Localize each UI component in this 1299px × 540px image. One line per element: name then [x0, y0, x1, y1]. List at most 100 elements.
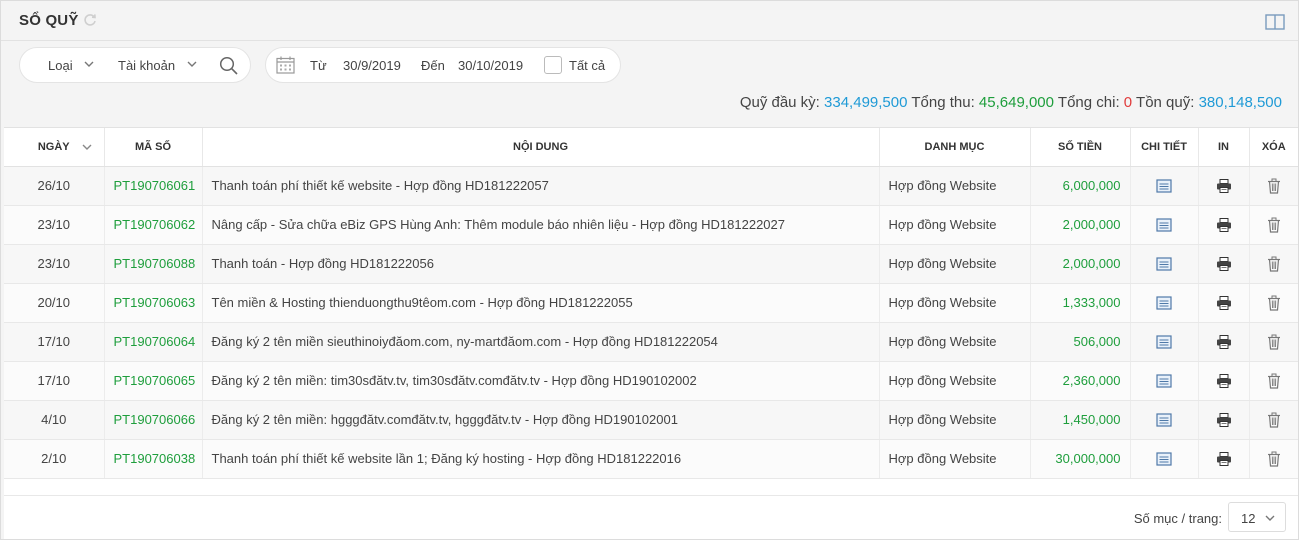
cell-content: Thanh toán - Hợp đồng HD181222056 — [202, 244, 880, 284]
cell-amount: 1,450,000 — [1030, 400, 1131, 440]
printer-icon[interactable] — [1216, 295, 1232, 311]
cell-print — [1198, 205, 1250, 245]
search-icon[interactable] — [219, 56, 239, 76]
list-detail-icon[interactable] — [1156, 256, 1172, 272]
cell-delete — [1249, 439, 1298, 479]
cell-detail — [1130, 283, 1199, 323]
trash-icon[interactable] — [1266, 295, 1282, 311]
from-date-input[interactable]: 30/9/2019 — [343, 58, 401, 73]
total-expense-label: Tổng chi: — [1057, 94, 1120, 111]
cell-amount: 2,000,000 — [1030, 244, 1131, 284]
cell-category: Hợp đồng Website — [879, 322, 1031, 362]
table-footer: Số mục / trang: 12 — [4, 495, 1298, 539]
list-detail-icon[interactable] — [1156, 451, 1172, 467]
cell-delete — [1249, 205, 1298, 245]
printer-icon[interactable] — [1216, 334, 1232, 350]
cell-detail — [1130, 205, 1199, 245]
cell-delete — [1249, 361, 1298, 401]
list-detail-icon[interactable] — [1156, 217, 1172, 233]
table-row[interactable]: 26/10 PT190706061 Thanh toán phí thiết kế … — [4, 166, 1298, 206]
cell-code-link[interactable]: PT190706062 — [104, 205, 203, 245]
total-expense-value: 0 — [1123, 94, 1133, 111]
cell-print — [1198, 283, 1250, 323]
total-income-value: 45,649,000 — [978, 94, 1054, 111]
cell-code-link[interactable]: PT190706065 — [104, 361, 203, 401]
list-detail-icon[interactable] — [1156, 412, 1172, 428]
cell-code-link[interactable]: PT190706066 — [104, 400, 203, 440]
trash-icon[interactable] — [1266, 412, 1282, 428]
cell-amount: 30,000,000 — [1030, 439, 1131, 479]
cell-print — [1198, 400, 1250, 440]
date-range-filter: Từ 30/9/2019 Đến 30/10/2019 Tất cả — [265, 47, 621, 83]
trash-icon[interactable] — [1266, 334, 1282, 350]
printer-icon[interactable] — [1216, 217, 1232, 233]
cell-detail — [1130, 166, 1199, 206]
table-row[interactable]: 23/10 PT190706062 Nâng cấp - Sửa chữa eBiz… — [4, 205, 1298, 245]
trash-icon[interactable] — [1266, 256, 1282, 272]
table-row[interactable]: 17/10 PT190706065 Đăng ký 2 tên miền: tim3… — [4, 361, 1298, 401]
cell-date: 4/10 — [4, 400, 105, 440]
printer-icon[interactable] — [1216, 412, 1232, 428]
table-row[interactable]: 20/10 PT190706063 Tên miền & Hosting thien… — [4, 283, 1298, 323]
list-detail-icon[interactable] — [1156, 334, 1172, 350]
chevron-down-icon — [1265, 515, 1275, 521]
printer-icon[interactable] — [1216, 373, 1232, 389]
refresh-icon[interactable] — [83, 13, 97, 27]
trash-icon[interactable] — [1266, 373, 1282, 389]
all-checkbox[interactable] — [544, 56, 562, 74]
printer-icon[interactable] — [1216, 178, 1232, 194]
cell-date: 20/10 — [4, 283, 105, 323]
cell-amount: 6,000,000 — [1030, 166, 1131, 206]
list-detail-icon[interactable] — [1156, 373, 1172, 389]
column-header-print: IN — [1198, 128, 1250, 167]
cell-detail — [1130, 322, 1199, 362]
cell-delete — [1249, 400, 1298, 440]
list-detail-icon[interactable] — [1156, 295, 1172, 311]
cell-code-link[interactable]: PT190706064 — [104, 322, 203, 362]
trash-icon[interactable] — [1266, 217, 1282, 233]
list-detail-icon[interactable] — [1156, 178, 1172, 194]
cell-date: 23/10 — [4, 205, 105, 245]
table-header-row: NGÀY MÃ SỐ NỘI DUNG DANH MỤC SỐ TIỀN CHI… — [4, 128, 1298, 167]
account-select[interactable]: Tài khoản — [118, 58, 197, 73]
cell-category: Hợp đồng Website — [879, 283, 1031, 323]
panel-header: SỔ QUỸ — [1, 1, 1298, 41]
cell-content: Thanh toán phí thiết kế website lần 1; Đ… — [202, 439, 880, 479]
opening-balance-label: Quỹ đầu kỳ: — [739, 94, 820, 111]
table-row[interactable]: 17/10 PT190706064 Đăng ký 2 tên miền sieut… — [4, 322, 1298, 362]
to-date-input[interactable]: 30/10/2019 — [458, 58, 523, 73]
cell-amount: 2,360,000 — [1030, 361, 1131, 401]
printer-icon[interactable] — [1216, 451, 1232, 467]
cell-delete — [1249, 283, 1298, 323]
per-page-select[interactable]: 12 — [1228, 502, 1286, 532]
column-header-date[interactable]: NGÀY — [4, 128, 105, 167]
type-select[interactable]: Loại — [48, 58, 94, 73]
calendar-icon[interactable] — [276, 56, 295, 74]
per-page-label: Số mục / trang: — [1133, 511, 1222, 526]
column-header-content: NỘI DUNG — [202, 128, 880, 167]
cell-code-link[interactable]: PT190706063 — [104, 283, 203, 323]
cell-date: 17/10 — [4, 361, 105, 401]
column-header-code: MÃ SỐ — [104, 128, 203, 167]
column-header-amount: SỐ TIỀN — [1030, 128, 1131, 167]
cashbook-table-container: NGÀY MÃ SỐ NỘI DUNG DANH MỤC SỐ TIỀN CHI… — [4, 127, 1298, 495]
cell-date: 26/10 — [4, 166, 105, 206]
cell-code-link[interactable]: PT190706061 — [104, 166, 203, 206]
cell-code-link[interactable]: PT190706088 — [104, 244, 203, 284]
printer-icon[interactable] — [1216, 256, 1232, 272]
trash-icon[interactable] — [1266, 451, 1282, 467]
all-checkbox-label[interactable]: Tất cả — [569, 58, 605, 73]
book-icon[interactable] — [1265, 13, 1285, 31]
table-row[interactable]: 2/10 PT190706038 Thanh toán phí thiết kế w… — [4, 439, 1298, 479]
cell-content: Đăng ký 2 tên miền sieuthinoiyđăom.com, … — [202, 322, 880, 362]
table-row[interactable]: 23/10 PT190706088 Thanh toán - Hợp đồng HD… — [4, 244, 1298, 284]
table-row[interactable]: 4/10 PT190706066 Đăng ký 2 tên miền: hgggđ… — [4, 400, 1298, 440]
cashbook-table: NGÀY MÃ SỐ NỘI DUNG DANH MỤC SỐ TIỀN CHI… — [4, 128, 1298, 479]
cell-date: 17/10 — [4, 322, 105, 362]
cell-print — [1198, 361, 1250, 401]
cell-detail — [1130, 439, 1199, 479]
column-header-delete: XÓA — [1249, 128, 1298, 167]
trash-icon[interactable] — [1266, 178, 1282, 194]
cell-code-link[interactable]: PT190706038 — [104, 439, 203, 479]
page-title: SỔ QUỸ — [19, 12, 79, 29]
